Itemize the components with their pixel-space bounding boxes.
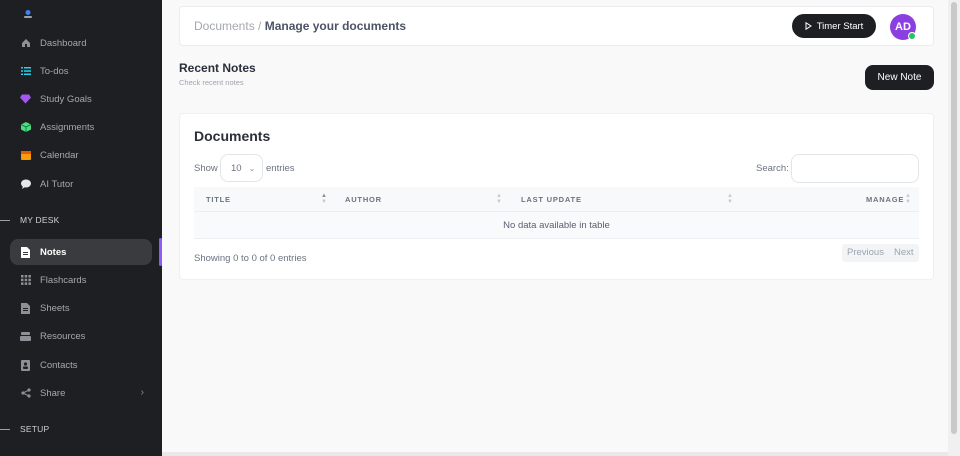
sort-icon[interactable]: ▲ ▼ bbox=[727, 193, 733, 205]
documents-card: Documents Show 10 ⌄ entries Search: TITL… bbox=[179, 113, 934, 280]
diamond-icon bbox=[20, 94, 31, 105]
sidebar-item-label: Share bbox=[40, 387, 66, 399]
sidebar-item-label: Resources bbox=[40, 330, 86, 342]
calendar-icon bbox=[20, 150, 31, 161]
breadcrumb: Documents / Manage your documents bbox=[194, 19, 406, 33]
column-header-label: TITLE bbox=[206, 194, 231, 204]
sidebar-item-resources[interactable]: Resources bbox=[10, 323, 152, 349]
entries-label: entries bbox=[266, 163, 295, 174]
contact-card-icon bbox=[20, 359, 31, 371]
recent-notes-subtitle: Check recent notes bbox=[179, 78, 244, 87]
top-bar: Documents / Manage your documents Timer … bbox=[179, 6, 934, 46]
play-icon bbox=[805, 22, 812, 30]
table-header: TITLE ▲ ▼ AUTHOR ▲ ▼ LAST UPDATE ▲ ▼ MANAGE… bbox=[194, 187, 919, 211]
search-input[interactable] bbox=[791, 154, 919, 183]
grid-icon bbox=[20, 275, 31, 286]
page-size-value: 10 bbox=[231, 162, 242, 174]
column-header-author[interactable]: AUTHOR bbox=[345, 187, 382, 211]
divider bbox=[0, 428, 10, 430]
timer-start-label: Timer Start bbox=[816, 20, 864, 32]
sidebar-item-flashcards[interactable]: Flashcards bbox=[10, 267, 152, 293]
next-button[interactable]: Next bbox=[889, 244, 919, 262]
home-icon bbox=[20, 38, 31, 49]
sidebar-item-notes[interactable]: Notes bbox=[10, 239, 152, 265]
sidebar-item-ai-tutor[interactable]: AI Tutor bbox=[10, 171, 152, 197]
breadcrumb-current: Manage your documents bbox=[264, 19, 407, 33]
sidebar-item-assignments[interactable]: Assignments bbox=[10, 114, 152, 140]
online-status-dot bbox=[908, 32, 916, 40]
recent-notes-title: Recent Notes bbox=[179, 61, 256, 75]
page-size-select[interactable]: 10 ⌄ bbox=[220, 154, 263, 182]
new-note-button[interactable]: New Note bbox=[865, 65, 934, 90]
sidebar-item-share[interactable]: Share › bbox=[10, 380, 152, 406]
table-info: Showing 0 to 0 of 0 entries bbox=[194, 253, 307, 264]
divider bbox=[0, 219, 10, 221]
column-header-label: LAST UPDATE bbox=[521, 194, 582, 204]
search-label: Search: bbox=[756, 163, 789, 174]
table-empty-row: No data available in table bbox=[194, 211, 919, 239]
sidebar-item-dashboard[interactable]: Dashboard bbox=[10, 30, 152, 56]
column-header-last-update[interactable]: LAST UPDATE bbox=[521, 187, 582, 211]
sidebar-item-contacts[interactable]: Contacts bbox=[10, 352, 152, 378]
sidebar-item-calendar[interactable]: Calendar bbox=[10, 142, 152, 168]
sidebar-item-label: Assignments bbox=[40, 121, 95, 133]
sidebar-item-label: To-dos bbox=[40, 65, 69, 77]
sidebar-item-label: Notes bbox=[40, 246, 67, 258]
horizontal-scrollbar[interactable] bbox=[162, 452, 948, 456]
sort-icon[interactable]: ▲ ▼ bbox=[321, 193, 327, 205]
column-header-title[interactable]: TITLE bbox=[206, 187, 231, 211]
sidebar-item-label: Calendar bbox=[40, 149, 79, 161]
chat-bubble-icon bbox=[20, 179, 31, 190]
empty-message: No data available in table bbox=[503, 219, 610, 231]
scrollbar-thumb[interactable] bbox=[951, 2, 957, 434]
chevron-down-icon: ⌄ bbox=[248, 163, 256, 173]
vertical-scrollbar[interactable] bbox=[948, 0, 960, 456]
pagination: Previous Next bbox=[842, 244, 919, 262]
column-header-label: AUTHOR bbox=[345, 194, 382, 204]
sidebar: Dashboard To-dos Study Goals Assignments… bbox=[0, 0, 162, 456]
app-logo[interactable] bbox=[22, 8, 34, 20]
sidebar-item-study-goals[interactable]: Study Goals bbox=[10, 86, 152, 112]
section-label-setup: SETUP bbox=[0, 422, 49, 436]
list-icon bbox=[20, 66, 31, 77]
column-header-manage[interactable]: MANAGE bbox=[866, 187, 904, 211]
sidebar-item-label: Sheets bbox=[40, 302, 70, 314]
sidebar-item-sheets[interactable]: Sheets bbox=[10, 295, 152, 321]
previous-button[interactable]: Previous bbox=[842, 244, 889, 262]
sidebar-item-label: AI Tutor bbox=[40, 178, 74, 190]
show-label: Show bbox=[194, 163, 218, 174]
breadcrumb-separator: / bbox=[254, 19, 265, 33]
section-label-text: SETUP bbox=[20, 424, 50, 434]
note-icon bbox=[20, 246, 31, 258]
sidebar-item-label: Flashcards bbox=[40, 274, 87, 286]
section-label-text: MY DESK bbox=[20, 215, 60, 225]
share-icon bbox=[20, 388, 31, 399]
sidebar-item-todos[interactable]: To-dos bbox=[10, 58, 152, 84]
sidebar-item-label: Study Goals bbox=[40, 93, 92, 105]
breadcrumb-parent[interactable]: Documents bbox=[194, 19, 255, 33]
section-label-my-desk: MY DESK bbox=[0, 213, 60, 227]
stack-icon bbox=[20, 331, 31, 342]
sort-icon[interactable]: ▲ ▼ bbox=[905, 193, 911, 205]
cube-icon bbox=[20, 122, 31, 133]
documents-title: Documents bbox=[194, 128, 271, 144]
sheet-icon bbox=[20, 302, 31, 314]
chevron-right-icon[interactable]: › bbox=[141, 387, 144, 398]
sort-icon[interactable]: ▲ ▼ bbox=[496, 193, 502, 205]
timer-start-button[interactable]: Timer Start bbox=[792, 14, 876, 38]
column-header-label: MANAGE bbox=[866, 194, 905, 204]
sidebar-item-label: Contacts bbox=[40, 359, 78, 371]
sidebar-item-label: Dashboard bbox=[40, 37, 87, 49]
